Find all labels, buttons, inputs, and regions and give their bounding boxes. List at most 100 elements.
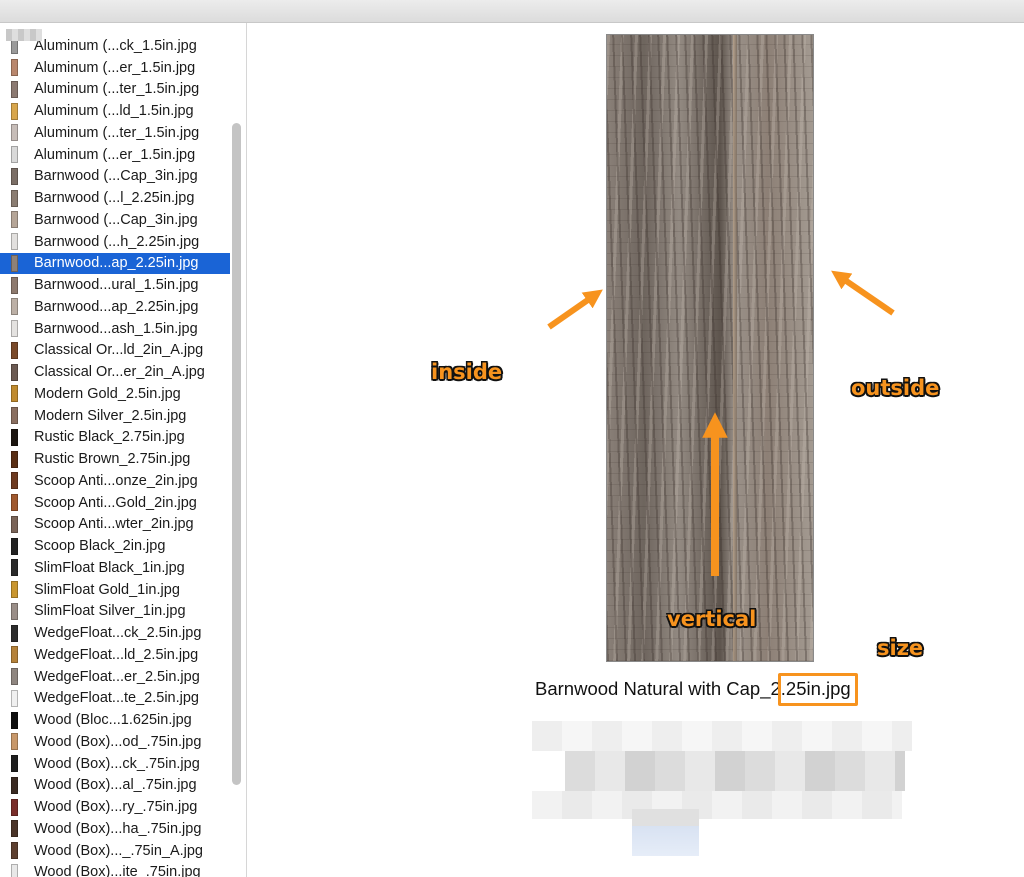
file-thumbnail-icon [11,646,18,664]
file-thumbnail-icon [11,211,18,229]
file-list-item[interactable]: Aluminum (...er_1.5in.jpg [0,144,230,166]
file-name-label: Scoop Black_2in.jpg [34,538,166,555]
file-thumbnail-icon [11,59,18,77]
file-list-item[interactable]: SlimFloat Black_1in.jpg [0,557,230,579]
file-list-item[interactable]: Wood (Box)...al_.75in.jpg [0,775,230,797]
blurred-header [6,29,42,41]
file-name-label: Wood (Box)...ry_.75in.jpg [34,799,198,816]
file-name-label: Aluminum (...ter_1.5in.jpg [34,124,200,141]
file-list-item[interactable]: Barnwood (...Cap_3in.jpg [0,166,230,188]
file-thumbnail-icon [11,102,18,120]
file-list-item[interactable]: Rustic Brown_2.75in.jpg [0,448,230,470]
file-list-item[interactable]: Scoop Anti...wter_2in.jpg [0,514,230,536]
file-name-label: Scoop Anti...wter_2in.jpg [34,516,194,533]
inside-arrow [547,289,603,330]
file-name-label: WedgeFloat...ck_2.5in.jpg [34,625,202,642]
file-name-label: WedgeFloat...ld_2.5in.jpg [34,646,199,663]
inside-label: inside [431,360,503,384]
file-thumbnail-icon [11,668,18,686]
file-name-label: Wood (Box)...ha_.75in.jpg [34,820,202,837]
sidebar-scrollbar[interactable] [232,123,241,785]
file-list-item[interactable]: Wood (Box)...ck_.75in.jpg [0,753,230,775]
size-label: size [877,636,924,660]
file-list-item[interactable]: Wood (Bloc...1.625in.jpg [0,709,230,731]
file-list-item[interactable]: Aluminum (...ter_1.5in.jpg [0,79,230,101]
file-list-item[interactable]: Wood (Box)...ite_.75in.jpg [0,862,230,877]
file-list-item[interactable]: Barnwood...ash_1.5in.jpg [0,318,230,340]
file-thumbnail-icon [11,820,18,838]
window-titlebar [0,0,1024,23]
file-list-item[interactable]: Aluminum (...ter_1.5in.jpg [0,122,230,144]
file-thumbnail-icon [11,776,18,794]
file-list-item[interactable]: Wood (Box)...ry_.75in.jpg [0,796,230,818]
file-sidebar: Aluminum (...ck_1.5in.jpg Aluminum (...er… [0,23,247,877]
file-list-item[interactable]: Barnwood (...l_2.25in.jpg [0,187,230,209]
file-name-label: Wood (Bloc...1.625in.jpg [34,712,192,729]
preview-pane: inside outside vertical size Barnwood Na… [247,23,1024,877]
file-name-label: Barnwood...ap_2.25in.jpg [34,255,199,272]
file-name-label: Classical Or...ld_2in_A.jpg [34,342,204,359]
file-thumbnail-icon [11,602,18,620]
file-list-item[interactable]: WedgeFloat...er_2.5in.jpg [0,666,230,688]
file-thumbnail-icon [11,363,18,381]
file-name-label: Aluminum (...er_1.5in.jpg [34,146,196,163]
blurred-metadata [565,751,905,791]
file-name-label: Classical Or...er_2in_A.jpg [34,364,205,381]
file-list-item[interactable]: Scoop Black_2in.jpg [0,535,230,557]
size-highlight-box [778,673,858,706]
file-list-item[interactable]: Wood (Box)...od_.75in.jpg [0,731,230,753]
file-thumbnail-icon [11,863,18,877]
file-thumbnail-icon [11,254,18,272]
file-name-label: Modern Silver_2.5in.jpg [34,407,187,424]
file-list-item[interactable]: Scoop Anti...onze_2in.jpg [0,470,230,492]
file-list-item[interactable]: Barnwood...ural_1.5in.jpg [0,274,230,296]
file-thumbnail-icon [11,341,18,359]
file-list-item[interactable]: Barnwood...ap_2.25in.jpg [0,252,230,275]
blurred-link [632,809,699,826]
file-name-label: Aluminum (...ld_1.5in.jpg [34,103,194,120]
file-list-item[interactable]: WedgeFloat...te_2.5in.jpg [0,688,230,710]
blurred-metadata [532,791,902,819]
file-name-label: Aluminum (...ck_1.5in.jpg [34,37,197,54]
file-name-label: Wood (Box)...od_.75in.jpg [34,733,202,750]
file-name-label: Scoop Anti...onze_2in.jpg [34,472,198,489]
file-list-item[interactable]: Wood (Box)...ha_.75in.jpg [0,818,230,840]
file-list-item[interactable]: Modern Gold_2.5in.jpg [0,383,230,405]
file-name-label: Wood (Box)...al_.75in.jpg [34,777,197,794]
file-list-item[interactable]: Rustic Black_2.75in.jpg [0,427,230,449]
file-name-label: Barnwood (...h_2.25in.jpg [34,233,200,250]
file-name-label: WedgeFloat...te_2.5in.jpg [34,690,199,707]
file-list-item[interactable]: SlimFloat Gold_1in.jpg [0,579,230,601]
file-list-item[interactable]: Classical Or...er_2in_A.jpg [0,361,230,383]
file-list-item[interactable]: Wood (Box)..._.75in_A.jpg [0,840,230,862]
file-thumbnail-icon [11,581,18,599]
file-list-item[interactable]: Modern Silver_2.5in.jpg [0,405,230,427]
file-list-item[interactable]: Scoop Anti...Gold_2in.jpg [0,492,230,514]
file-list-item[interactable]: SlimFloat Silver_1in.jpg [0,601,230,623]
vertical-label: vertical [667,607,757,631]
file-thumbnail-icon [11,711,18,729]
file-name-label: Rustic Black_2.75in.jpg [34,429,185,446]
file-thumbnail-icon [11,450,18,468]
file-list-item[interactable]: Aluminum (...ld_1.5in.jpg [0,100,230,122]
file-list-item[interactable]: WedgeFloat...ck_2.5in.jpg [0,622,230,644]
file-thumbnail-icon [11,146,18,164]
file-thumbnail-icon [11,559,18,577]
file-name-label: Wood (Box)..._.75in_A.jpg [34,842,203,859]
file-thumbnail-icon [11,407,18,425]
file-list-item[interactable]: Classical Or...ld_2in_A.jpg [0,340,230,362]
file-list-item[interactable]: Barnwood (...Cap_3in.jpg [0,209,230,231]
file-name-label: Modern Gold_2.5in.jpg [34,385,181,402]
outside-label: outside [851,376,940,400]
file-name-label: SlimFloat Black_1in.jpg [34,559,185,576]
file-name-label: Wood (Box)...ite_.75in.jpg [34,864,201,877]
blurred-link [632,826,699,856]
file-list-item[interactable]: Barnwood (...h_2.25in.jpg [0,231,230,253]
file-thumbnail-icon [11,755,18,773]
file-thumbnail-icon [11,385,18,403]
file-list-item[interactable]: Aluminum (...er_1.5in.jpg [0,57,230,79]
file-list-item[interactable]: WedgeFloat...ld_2.5in.jpg [0,644,230,666]
blurred-metadata [532,721,912,751]
file-list-item[interactable]: Barnwood...ap_2.25in.jpg [0,296,230,318]
file-name-label: Barnwood...ap_2.25in.jpg [34,298,199,315]
